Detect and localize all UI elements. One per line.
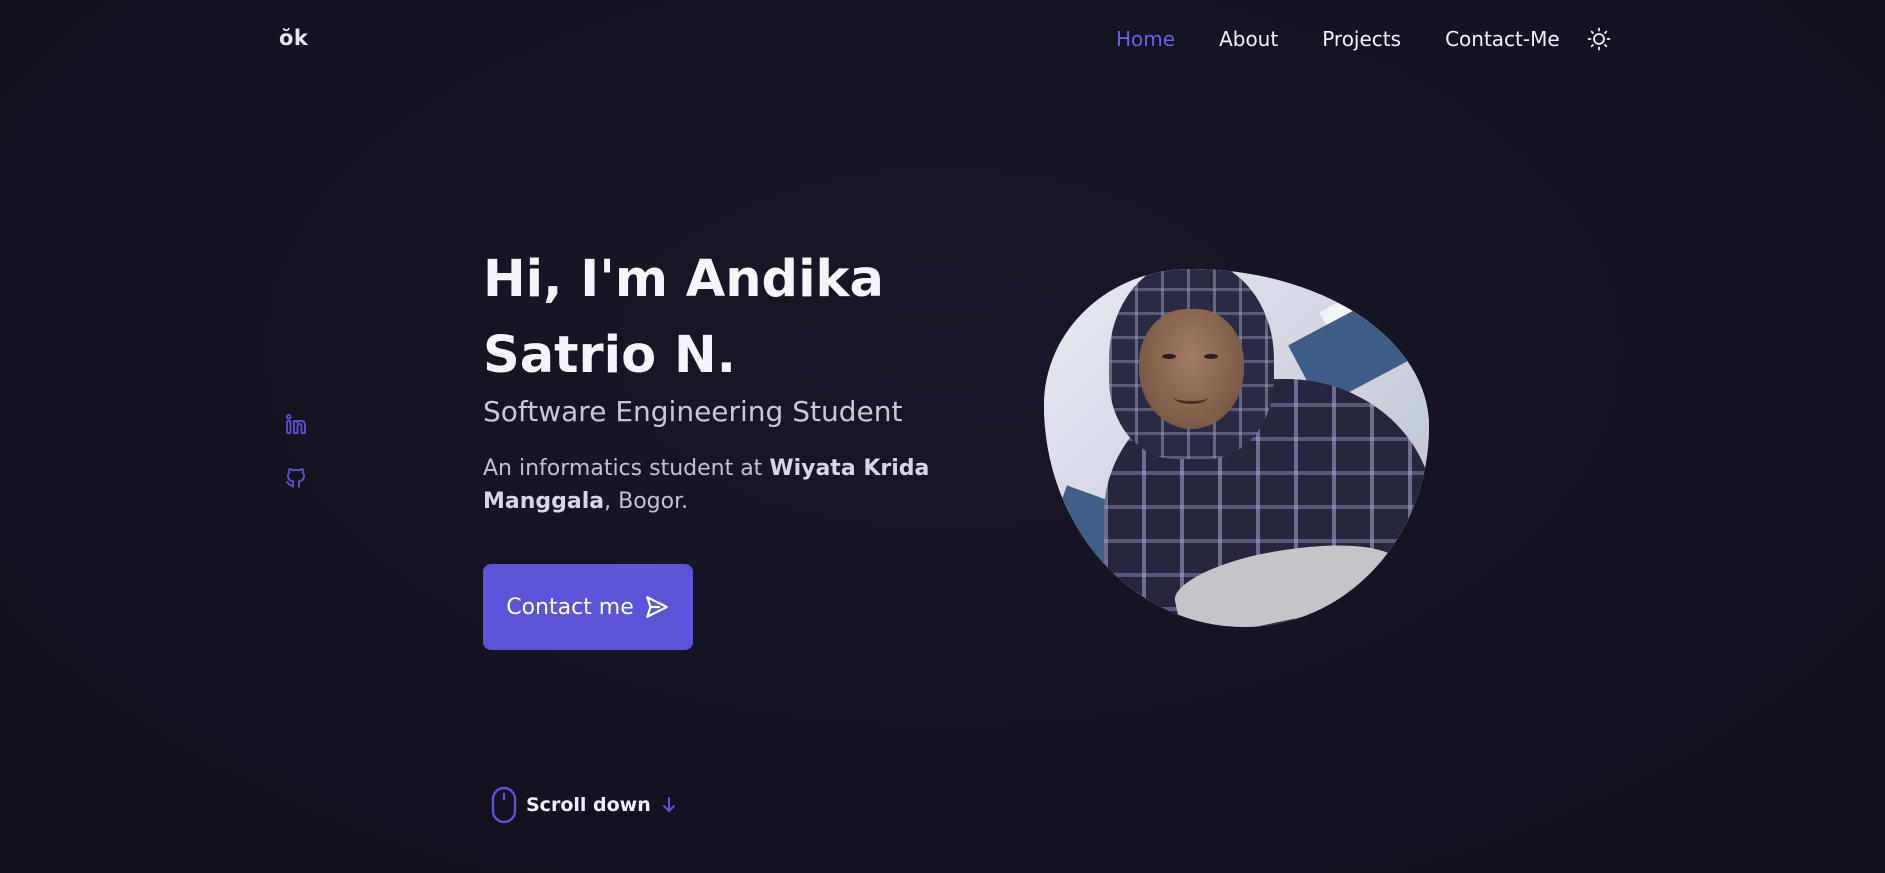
github-link[interactable]: [283, 465, 309, 491]
mouse-icon: [491, 786, 517, 824]
nav-contact-me[interactable]: Contact-Me: [1445, 27, 1560, 51]
social-links: [283, 411, 309, 519]
page: ŏk Home About Projects Contact-Me Hi, I'…: [0, 0, 1885, 873]
contact-me-label: Contact me: [506, 594, 634, 620]
hero-title: Hi, I'm Andika Satrio N.: [483, 250, 884, 385]
linkedin-link[interactable]: [283, 411, 309, 437]
github-icon: [286, 468, 305, 488]
scroll-down-label: Scroll down: [526, 794, 651, 816]
send-icon: [645, 596, 668, 618]
linkedin-icon: [285, 413, 306, 434]
scroll-down-link[interactable]: Scroll down: [490, 786, 679, 824]
theme-toggle-button[interactable]: [1586, 26, 1612, 52]
hero-description-prefix: An informatics student at: [483, 456, 770, 481]
profile-photo: [1044, 269, 1429, 627]
arrow-down-icon: [662, 797, 675, 812]
nav-home[interactable]: Home: [1116, 27, 1175, 51]
nav-about[interactable]: About: [1219, 27, 1278, 51]
hero-description: An informatics student at Wiyata Krida M…: [483, 452, 943, 518]
sun-icon: [1587, 27, 1611, 51]
nav-projects[interactable]: Projects: [1322, 27, 1401, 51]
main-nav: Home About Projects Contact-Me: [1116, 26, 1612, 52]
logo[interactable]: ŏk: [279, 26, 308, 50]
hero-subtitle: Software Engineering Student: [483, 395, 903, 428]
hero-description-suffix: , Bogor.: [604, 489, 689, 514]
contact-me-button[interactable]: Contact me: [483, 564, 693, 650]
